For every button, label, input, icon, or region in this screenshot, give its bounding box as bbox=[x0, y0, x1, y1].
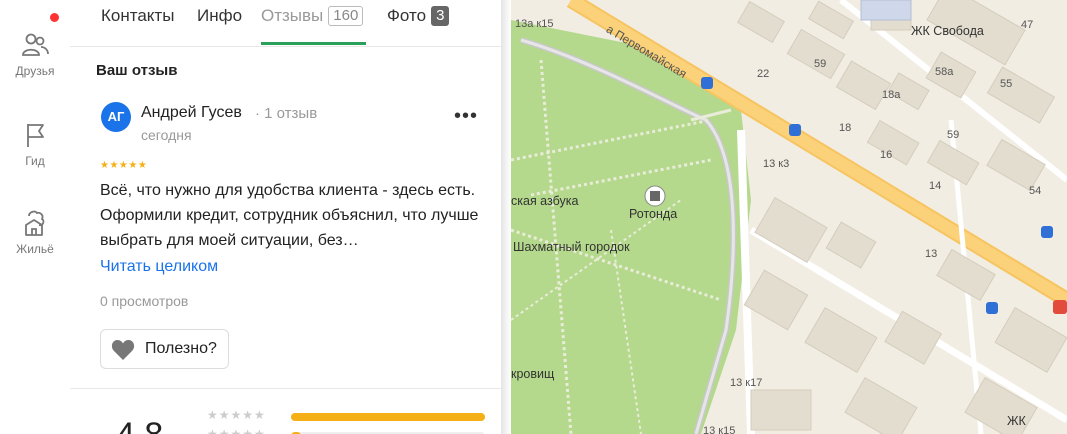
place-panel: Контакты Инфо Отзывы 160 Фото 3 Ваш отзыв … bbox=[70, 0, 501, 434]
author-review-count: · 1 отзыв bbox=[255, 105, 318, 122]
rating-bar bbox=[291, 413, 485, 421]
house-number: 13а к15 bbox=[515, 18, 554, 30]
useful-button[interactable]: Полезно? bbox=[100, 329, 229, 369]
house-number: 14 bbox=[929, 180, 942, 192]
reviews-count-badge: 160 bbox=[328, 6, 364, 26]
sidebar-item-label: Друзья bbox=[15, 64, 55, 78]
panel-shadow bbox=[501, 0, 511, 434]
sidebar-item-guide[interactable]: Гид bbox=[0, 120, 70, 168]
photos-count-badge: 3 bbox=[431, 6, 450, 26]
review-text: Всё, что нужно для удобства клиента - зд… bbox=[100, 182, 479, 249]
avatar[interactable]: АГ bbox=[101, 102, 131, 132]
tab-photos[interactable]: Фото 3 bbox=[387, 6, 450, 26]
house-icon bbox=[20, 208, 50, 238]
review-date: сегодня bbox=[141, 127, 192, 143]
house-number: 55 bbox=[1000, 78, 1013, 90]
rating-bar-fill bbox=[291, 413, 485, 421]
sidebar-item-housing[interactable]: Жильё bbox=[0, 208, 70, 256]
house-number: 54 bbox=[1029, 185, 1042, 197]
map-label-azbuka: ская азбука bbox=[511, 194, 579, 208]
house-number: 13 к15 bbox=[703, 425, 736, 434]
tabs-bar: Контакты Инфо Отзывы 160 Фото 3 bbox=[70, 0, 501, 47]
map-label-zk: ЖК bbox=[1007, 414, 1026, 428]
map-label-treasure: кровищ bbox=[511, 367, 555, 381]
divider bbox=[70, 388, 501, 389]
map-label-rotonda: Ротонда bbox=[629, 207, 678, 221]
rating-row-stars: ★★★★★ bbox=[207, 427, 266, 434]
sidebar-item-friends[interactable]: Друзья bbox=[0, 30, 70, 78]
section-title: Ваш отзыв bbox=[96, 62, 178, 79]
useful-button-label: Полезно? bbox=[145, 340, 217, 357]
heart-icon bbox=[111, 339, 135, 366]
house-number: 59 bbox=[814, 58, 827, 70]
house-number: 18а bbox=[882, 89, 901, 101]
map[interactable]: а Первомайская ЖК Свобода ская азбука Ро… bbox=[511, 0, 1067, 434]
house-number: 16 bbox=[880, 149, 893, 161]
views-count: 0 просмотров bbox=[100, 293, 189, 309]
tab-info[interactable]: Инфо bbox=[197, 6, 242, 26]
house-number: 58а bbox=[935, 66, 954, 78]
notification-dot bbox=[50, 13, 59, 22]
tab-reviews[interactable]: Отзывы 160 bbox=[261, 6, 364, 26]
house-number: 22 bbox=[757, 68, 770, 80]
map-canvas bbox=[511, 0, 1067, 434]
house-number: 13 к17 bbox=[730, 377, 763, 389]
review-author[interactable]: Андрей Гусев bbox=[141, 104, 242, 122]
review-stars: ★★★★★ bbox=[100, 160, 148, 171]
tab-contacts[interactable]: Контакты bbox=[101, 6, 174, 26]
rating-row-stars: ★★★★★ bbox=[207, 408, 266, 422]
more-options-button[interactable]: ••• bbox=[454, 106, 478, 126]
house-number: 59 bbox=[947, 129, 960, 141]
sidebar-item-label: Гид bbox=[25, 154, 45, 168]
active-tab-indicator bbox=[261, 42, 366, 45]
left-rail: Друзья Гид Жильё bbox=[0, 0, 71, 434]
house-number: 13 bbox=[925, 248, 938, 260]
read-more-link[interactable]: Читать целиком bbox=[100, 258, 218, 276]
map-label-chess: Шахматный городок bbox=[513, 240, 630, 254]
overall-rating: 4,8 bbox=[116, 416, 163, 434]
sidebar-item-label: Жильё bbox=[16, 242, 54, 256]
map-label-zk-svoboda: ЖК Свобода bbox=[911, 24, 984, 38]
friends-icon bbox=[20, 30, 50, 60]
house-number: 47 bbox=[1021, 19, 1034, 31]
house-number: 13 к3 bbox=[763, 158, 790, 170]
house-number: 18 bbox=[839, 122, 852, 134]
flag-icon bbox=[20, 120, 50, 150]
